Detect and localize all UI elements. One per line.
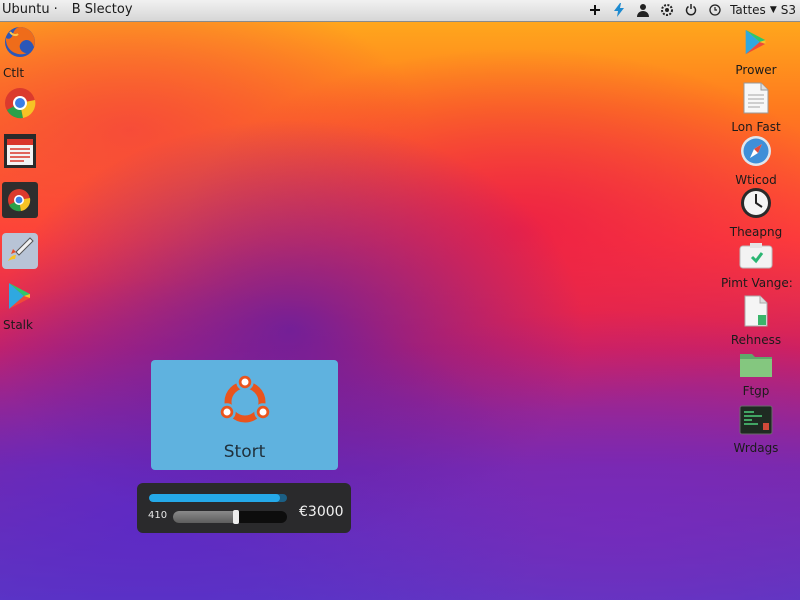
desktop-icon-label: Ftgp (742, 384, 770, 398)
progress-bar-fill (149, 494, 281, 502)
user-icon[interactable] (634, 1, 652, 19)
compass-icon (721, 135, 791, 171)
document-icon (721, 82, 791, 118)
slider-label: 410 (148, 510, 168, 521)
progress-panel: 410 €3000 (137, 483, 351, 533)
start-button[interactable]: Stort (151, 360, 338, 470)
slider-handle[interactable] (232, 510, 239, 524)
value-readout: €3000 (299, 504, 344, 520)
chevron-down-icon[interactable]: ▼ (770, 5, 777, 15)
desktop-icon-prower[interactable]: Prower (721, 27, 791, 77)
tray-count: S3 (780, 3, 796, 17)
rocket-app-icon (0, 233, 40, 273)
slider[interactable] (173, 510, 287, 524)
desktop-icon-label: Wrdags (733, 441, 779, 455)
terminal-icon (721, 405, 791, 439)
progress-bar (149, 494, 287, 502)
desktop-icon-play-store[interactable]: Stalk (0, 280, 40, 332)
ubuntu-logo-icon (213, 370, 277, 438)
desktop-icon-rehness[interactable]: Rehness (721, 295, 791, 347)
slider-fill (173, 511, 236, 523)
desktop-icon-calendar[interactable] (0, 133, 40, 173)
desktop-icon-wrdags[interactable]: Wrdags (721, 405, 791, 455)
desktop-icon-chrome-dark[interactable] (0, 182, 40, 222)
user-name[interactable]: Tattes (730, 3, 766, 17)
file-icon (721, 295, 791, 331)
desktop-icon-theapng[interactable]: Theapng (721, 187, 791, 239)
firefox-icon (0, 24, 40, 64)
folder-icon (721, 350, 791, 382)
desktop: Ubuntu · B Slectoy Tattes ▼ S3 Ctlt Stal… (0, 0, 800, 600)
clock-icon[interactable] (706, 1, 724, 19)
desktop-icon-label: Wticod (735, 173, 777, 187)
desktop-icon-pimt-vange[interactable]: Pimt Vange: (721, 242, 793, 290)
clock-icon (721, 187, 791, 223)
desktop-icon-lon-fast[interactable]: Lon Fast (721, 82, 791, 134)
calendar-app-icon (0, 133, 40, 173)
power-icon[interactable] (682, 1, 700, 19)
desktop-icon-ftgp[interactable]: Ftgp (721, 350, 791, 398)
desktop-icon-label: Lon Fast (731, 120, 781, 134)
desktop-icon-rocket[interactable] (0, 233, 40, 273)
start-button-label: Stort (223, 442, 266, 462)
camera-icon (721, 242, 791, 274)
desktop-icon-chrome[interactable] (0, 86, 40, 124)
chrome-icon (0, 86, 40, 124)
top-panel: Ubuntu · B Slectoy Tattes ▼ S3 (0, 0, 800, 22)
desktop-icon-label: Prower (735, 63, 777, 77)
app-menu-name[interactable]: Ubuntu (0, 2, 50, 17)
desktop-icon-label: Ctlt (3, 66, 25, 80)
plus-icon[interactable] (586, 1, 604, 19)
chrome-dark-icon (0, 182, 40, 222)
desktop-icon-label: Rehness (730, 333, 782, 347)
active-window-title[interactable]: B Slectoy (72, 2, 133, 17)
desktop-icon-firefox[interactable]: Ctlt (0, 24, 40, 80)
play-store-icon (0, 280, 40, 316)
desktop-icon-wticod[interactable]: Wticod (721, 135, 791, 187)
desktop-icon-label: Stalk (3, 318, 33, 332)
bolt-icon[interactable] (610, 1, 628, 19)
gear-icon[interactable] (658, 1, 676, 19)
play-store-icon (721, 27, 791, 61)
desktop-icon-label: Pimt Vange: (721, 276, 793, 290)
panel-separator: · (53, 2, 58, 17)
desktop-icon-label: Theapng (729, 225, 783, 239)
